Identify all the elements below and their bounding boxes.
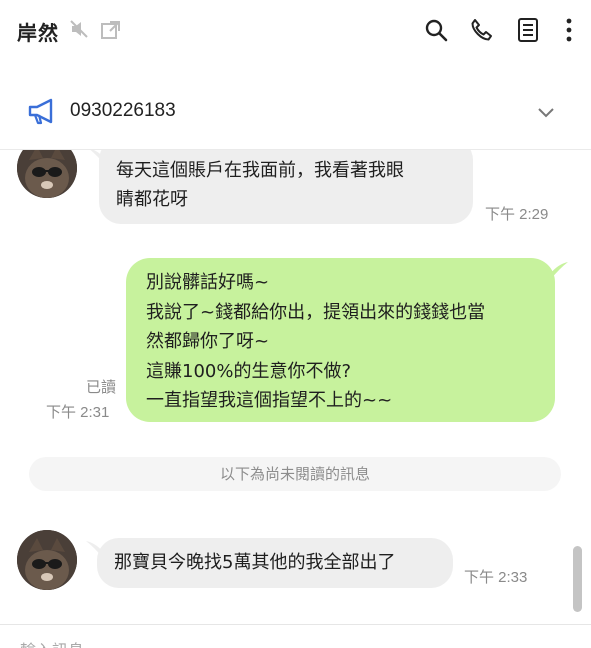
avatar[interactable] <box>17 530 77 590</box>
message-input-area[interactable]: 輸入訊息 <box>0 624 591 648</box>
search-icon[interactable] <box>423 16 449 44</box>
chat-message-area[interactable]: 每天這個賬戶在我面前，我看著我眼 睛都花呀 下午 2:29 已讀 下午 2:31… <box>0 150 591 624</box>
announcement-text: 0930226183 <box>70 100 176 121</box>
message-line: 然都歸你了呀~ <box>146 331 270 352</box>
phone-icon[interactable] <box>468 16 494 44</box>
chevron-down-icon[interactable] <box>537 104 555 123</box>
message-time: 下午 2:29 <box>485 206 549 223</box>
message-line: 一直指望我這個指望不上的~~ <box>146 390 393 411</box>
open-window-icon[interactable] <box>99 18 123 42</box>
more-vertical-icon[interactable] <box>556 16 582 44</box>
scrollbar[interactable] <box>573 546 582 612</box>
message-line: 別說髒話好嗎~ <box>146 272 270 293</box>
message-input[interactable]: 輸入訊息 <box>20 637 84 648</box>
mute-speaker-icon <box>68 18 90 40</box>
chat-title[interactable]: 岸然 <box>17 17 59 46</box>
message-time: 下午 2:33 <box>464 569 528 586</box>
message-line: 我說了~錢都給你出，提領出來的錢錢也當 <box>146 301 486 323</box>
message-line: 這賺100%的生意你不做? <box>146 360 352 382</box>
message-line: 每天這個賬戶在我面前，我看著我眼 <box>116 160 404 181</box>
unread-divider: 以下為尚未閱讀的訊息 <box>29 457 561 491</box>
message-bubble-incoming[interactable]: 那寶貝今晚找5萬其他的我全部出了 <box>97 538 453 588</box>
message-bubble-incoming[interactable]: 每天這個賬戶在我面前，我看著我眼 睛都花呀 <box>99 150 473 224</box>
message-time: 下午 2:31 <box>46 404 110 421</box>
message-bubble-outgoing[interactable]: 別說髒話好嗎~ 我說了~錢都給你出，提領出來的錢錢也當 然都歸你了呀~ 這賺10… <box>126 258 555 422</box>
megaphone-icon <box>28 98 58 130</box>
notes-icon[interactable] <box>515 16 541 44</box>
chat-header: 岸然 <box>0 0 591 62</box>
bubble-tail <box>550 262 568 280</box>
read-receipt: 已讀 <box>85 378 116 396</box>
message-line: 睛都花呀 <box>116 189 188 210</box>
avatar[interactable] <box>17 150 77 198</box>
message-line: 那寶貝今晚找5萬其他的我全部出了 <box>114 552 396 573</box>
announcement-bar[interactable]: 0930226183 <box>0 78 591 150</box>
